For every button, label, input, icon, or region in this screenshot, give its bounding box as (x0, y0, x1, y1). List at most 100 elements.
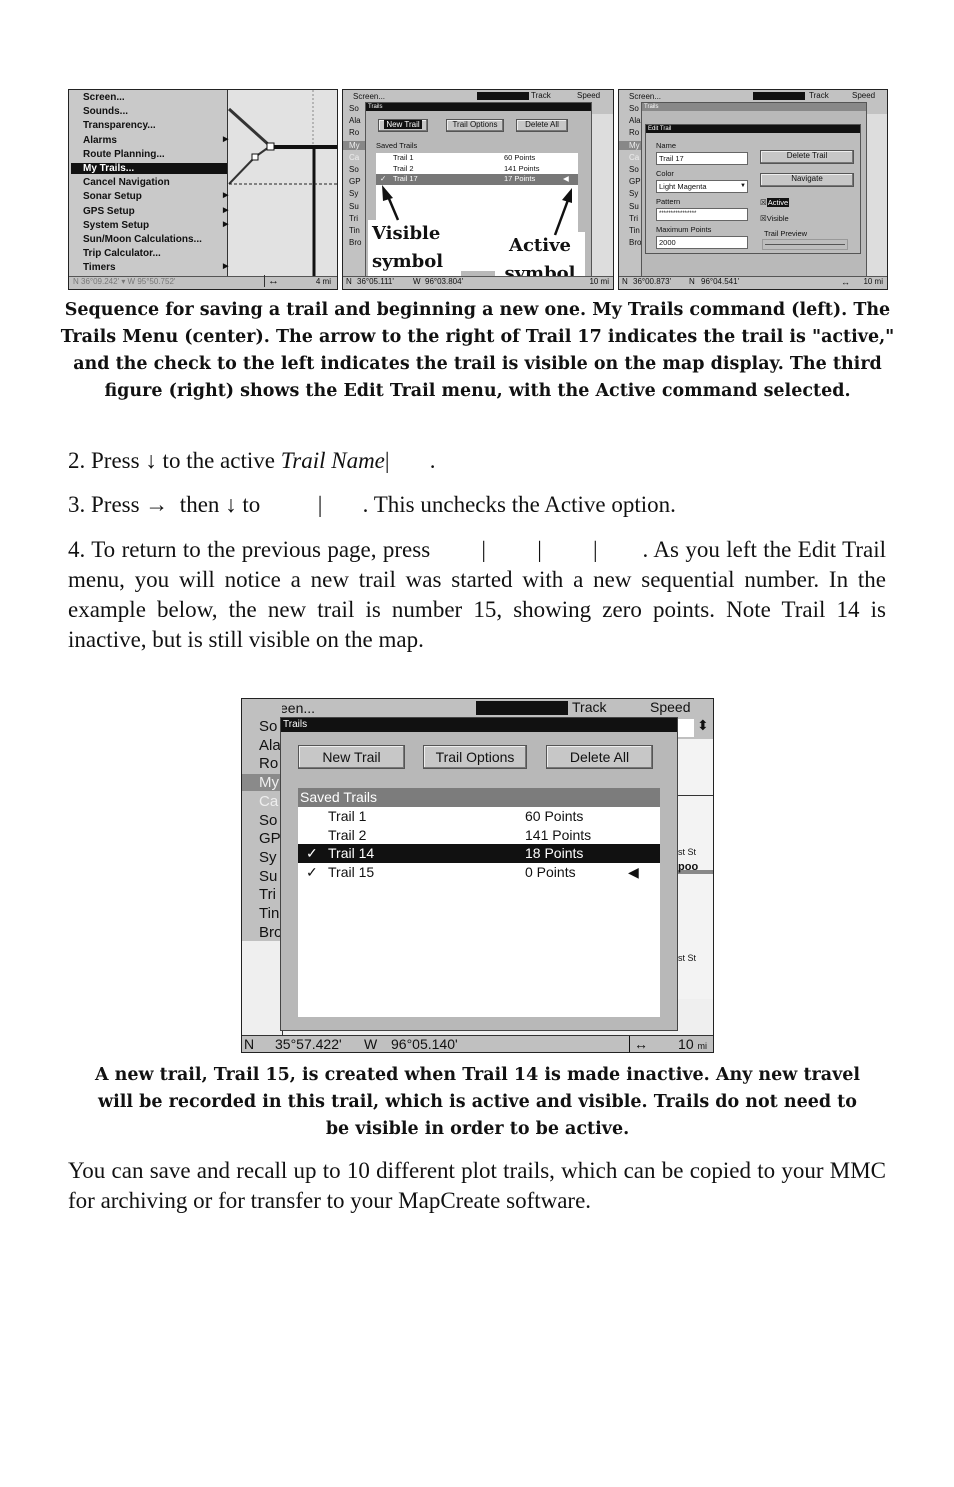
menu-item-stub[interactable]: My (619, 140, 641, 150)
menu-item[interactable]: Sun/Moon Calculations... (83, 234, 202, 245)
menu-item-stub[interactable]: Ro (259, 755, 278, 772)
edit-trail-dialog: Edit Trail Name Trail 17 Color Light Mag… (645, 124, 861, 254)
updown-icon[interactable]: ⬍ (697, 717, 709, 734)
trail-points: 141 Points (525, 826, 592, 843)
menu-item-stub[interactable]: GP (629, 177, 641, 186)
saved-trails-header: Saved Trails (298, 788, 660, 807)
trail-name: Trail 14 (328, 845, 375, 861)
scale-arrow-icon: ↔ (629, 1036, 648, 1052)
menu-item[interactable]: Trip Calculator... (83, 248, 161, 259)
menu-item[interactable]: Cancel Navigation (83, 177, 170, 188)
trail-points: 60 Points (525, 808, 584, 824)
name-field[interactable]: Trail 17 (656, 152, 748, 165)
figure-caption-2: A new trail, Trail 15, is created when T… (94, 1065, 861, 1139)
active-checkbox[interactable]: ☒Active (760, 198, 790, 207)
map-scale: 10 mi (678, 1036, 707, 1052)
step-2: 2. Press ↓ to the active Trail Name| . (68, 448, 436, 473)
menu-item-stub[interactable]: So (259, 812, 277, 829)
step-3: 3. Press → then ↓ to | . This unchecks t… (68, 492, 676, 517)
active-arrow-icon: ◀ (628, 863, 639, 880)
menu-item-stub[interactable]: So (629, 165, 639, 174)
dialog-titlebar: Trails (281, 718, 677, 732)
menu-item[interactable]: Timers ▶ (83, 262, 228, 273)
trail-points: 0 Points (525, 863, 576, 880)
navigate-button[interactable]: Navigate (760, 173, 854, 187)
callout-arrows (382, 185, 572, 236)
menu-item-stub[interactable]: Tri (259, 886, 276, 903)
menu-item-stub[interactable]: Ca (629, 153, 639, 162)
status-bar: N 36°05.111' W 96°03.804' 10 mi (343, 276, 613, 289)
map-scale: 4 mi (315, 277, 331, 286)
map-label: st St (678, 953, 697, 963)
menu-item-stub[interactable]: Su (629, 202, 639, 211)
menu-item[interactable]: Screen... (83, 92, 125, 103)
delete-all-button[interactable]: Delete All (546, 745, 653, 769)
menu-item[interactable]: System Setup ▶ (83, 220, 228, 231)
trail-row[interactable]: ✓ Trail 15 0 Points ◀ (298, 863, 660, 882)
scale-arrow-icon: ↔ (841, 277, 850, 287)
longitude: 96°04.541' (701, 277, 740, 286)
menu-item-stub[interactable]: Bro (629, 238, 641, 247)
trail-points: 18 Points (525, 845, 584, 861)
menu-item-stub[interactable]: Su (259, 868, 277, 885)
menu-item-stub[interactable]: Ca (259, 793, 278, 810)
menu-item[interactable]: Transparency... (83, 120, 156, 131)
menu-item[interactable]: My Trails... (71, 163, 227, 174)
active-arrow-icon (562, 188, 572, 203)
map-label: st St (678, 847, 697, 857)
dialog-titlebar: Edit Trail (646, 125, 860, 133)
figure-my-trails-menu: Screen... Sounds... Transparency... Alarms ▶… (68, 89, 338, 290)
menu-item-stub[interactable]: Sy (629, 189, 638, 198)
menu-item-stub[interactable]: Ro (629, 128, 639, 137)
menu-item[interactable]: Sounds... (83, 106, 128, 117)
left-menu-stub: So Ala Ro My Ca So GP Sy Su Tri Tin Bro (242, 699, 282, 941)
figure-caption-1: Sequence for saving a trail and beginnin… (60, 300, 895, 401)
figure-new-trail-created: Screen... Track Speed ⬍ poo st St st St … (241, 698, 714, 1053)
trail-row[interactable]: Trail 1 60 Points (298, 807, 660, 826)
new-trail-button[interactable]: New Trail (298, 745, 405, 769)
menu-item-stub[interactable]: My (242, 774, 282, 792)
menu-item[interactable]: Sonar Setup ▶ (83, 191, 228, 202)
visible-check-icon: ✓ (306, 863, 318, 880)
visible-arrow-icon (382, 185, 393, 201)
header-black-field (476, 701, 568, 715)
menu-item[interactable]: GPS Setup ▶ (83, 206, 228, 217)
trail-preview (762, 239, 848, 250)
map-view (865, 114, 887, 277)
visible-check-icon: ✓ (306, 845, 318, 861)
saved-trails-list: Trail 1 60 Points Trail 2 141 Points ✓ Trail … (298, 807, 660, 1017)
trail-name: Trail 1 (328, 808, 367, 824)
menu-item-stub[interactable]: Tin (629, 226, 640, 235)
pattern-field[interactable]: **************** (656, 208, 748, 221)
menu-item-stub[interactable]: Bro (259, 924, 282, 941)
menu-item[interactable]: Alarms ▶ (83, 135, 228, 146)
status-bar: N 35°57.422' W 96°05.140' ↔ 10 mi (242, 1035, 713, 1052)
trail-options-button[interactable]: Trail Options (423, 745, 527, 769)
max-points-field[interactable]: 2000 (656, 236, 748, 249)
map-label: poo (678, 861, 699, 873)
menu-item-stub[interactable]: Tin (259, 905, 279, 922)
menu-item-stub[interactable]: Ala (259, 737, 281, 754)
menu-item-stub[interactable]: Sy (259, 849, 277, 866)
menu-item-stub[interactable]: Ala (629, 116, 641, 125)
header-track: Track (572, 699, 607, 715)
figure-trails-menu: Screen... Track Speed So Ala Ro My Ca So GP Sy S… (342, 89, 614, 290)
menu-item-stub[interactable]: So (259, 718, 277, 735)
trail-row[interactable]: Trail 2 141 Points (298, 826, 660, 845)
coordinates: N 36°09.242' ▾ W 95°50.752' (73, 277, 176, 286)
scale-arrow-icon: ↔ (264, 275, 279, 287)
delete-trail-button[interactable]: Delete Trail (760, 150, 854, 164)
trail-row[interactable]: ✓ Trail 14 18 Points (298, 844, 660, 863)
color-select[interactable]: Light Magenta ▼ (656, 180, 748, 193)
figure-edit-trail: Screen... Track Speed So Ala Ro My Ca So GP Sy S… (618, 89, 888, 290)
header-black-field (753, 92, 805, 100)
latitude: 35°57.422' (275, 1036, 342, 1052)
menu-item[interactable]: Route Planning... (83, 149, 165, 160)
trail-preview-label: Trail Preview (764, 229, 808, 238)
menu-item-stub[interactable]: Tri (629, 214, 638, 223)
visible-checkbox[interactable]: ☒Visible (760, 214, 789, 223)
closing-paragraph: You can save and recall up to 10 differe… (68, 1158, 886, 1213)
menu-item-stub[interactable]: GP (259, 830, 281, 847)
latitude: 36°00.873' (633, 277, 672, 286)
menu-item-stub[interactable]: So (629, 104, 639, 113)
